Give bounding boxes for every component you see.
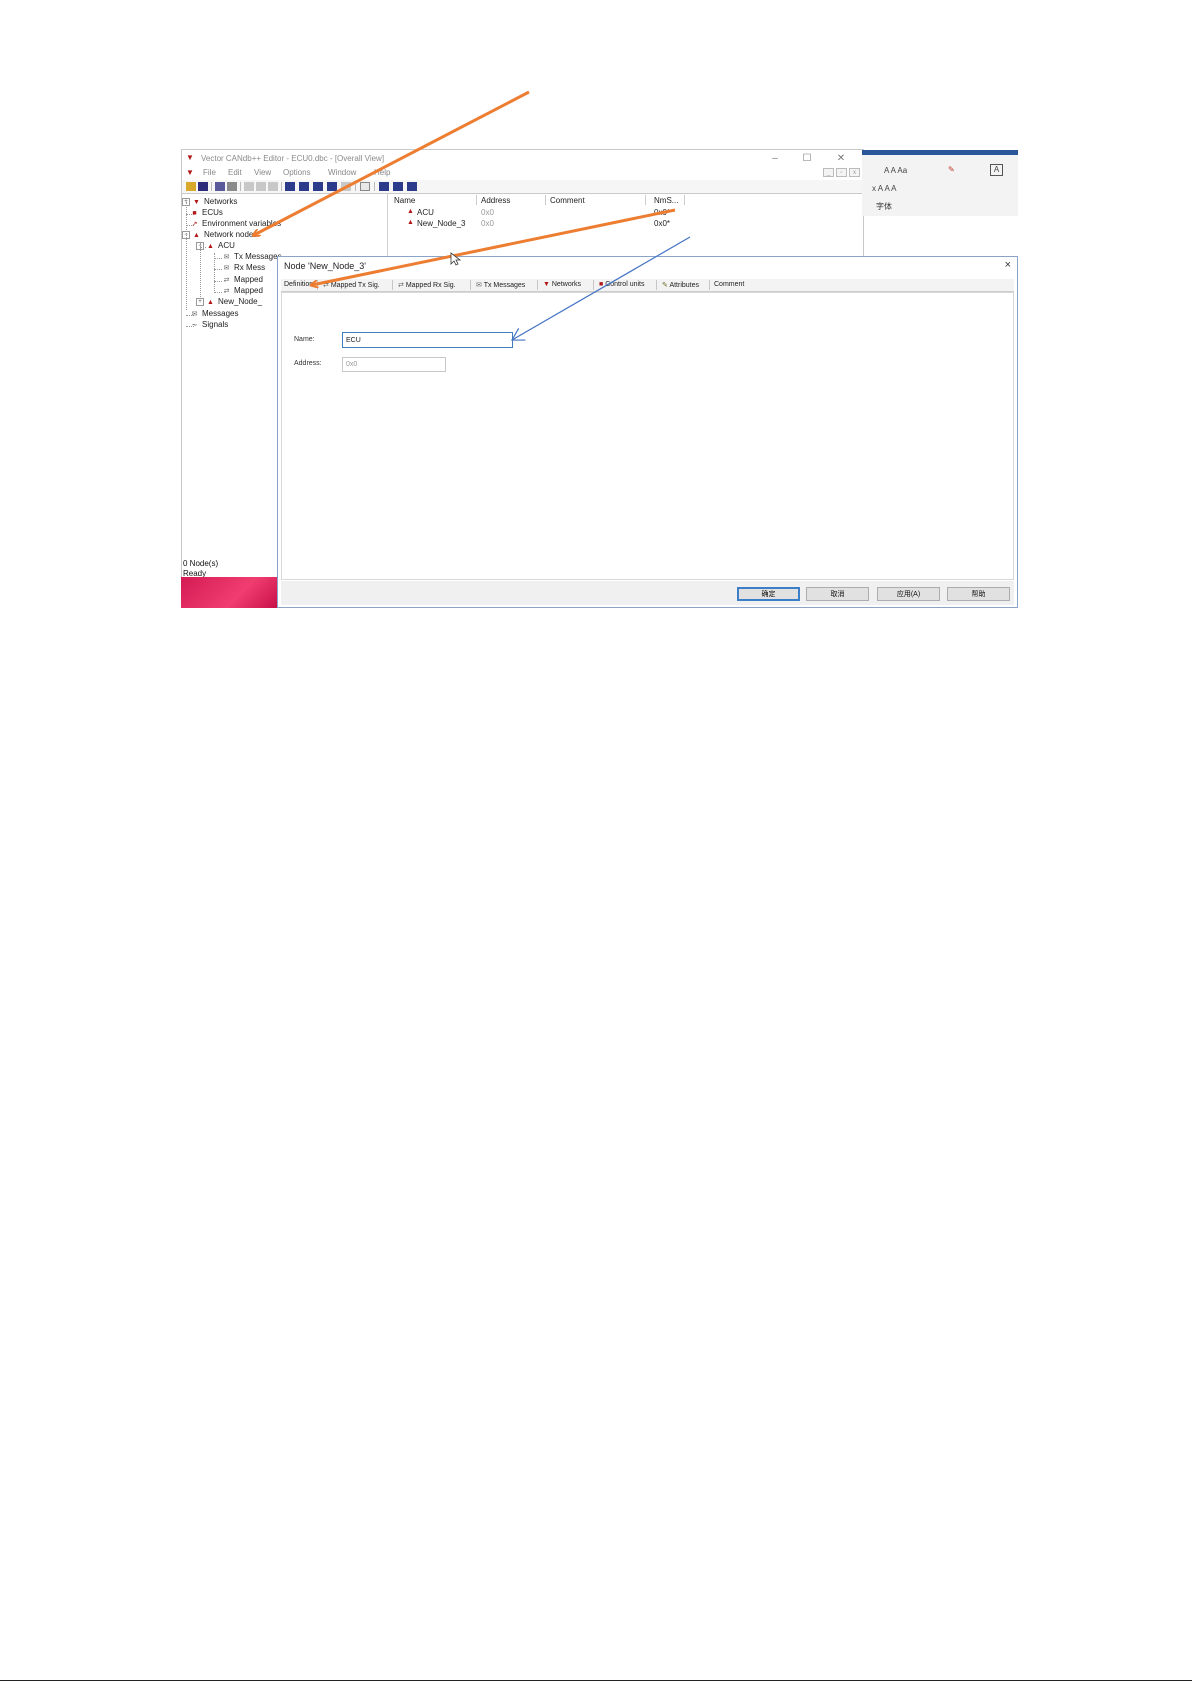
page-footer-line [0,1680,1192,1681]
orange-arrow-to-network-nodes [254,90,530,235]
annotation-arrows [0,90,691,1685]
orange-arrow-to-definition-tab [312,208,676,285]
blue-arrow-to-name-field [512,236,691,340]
